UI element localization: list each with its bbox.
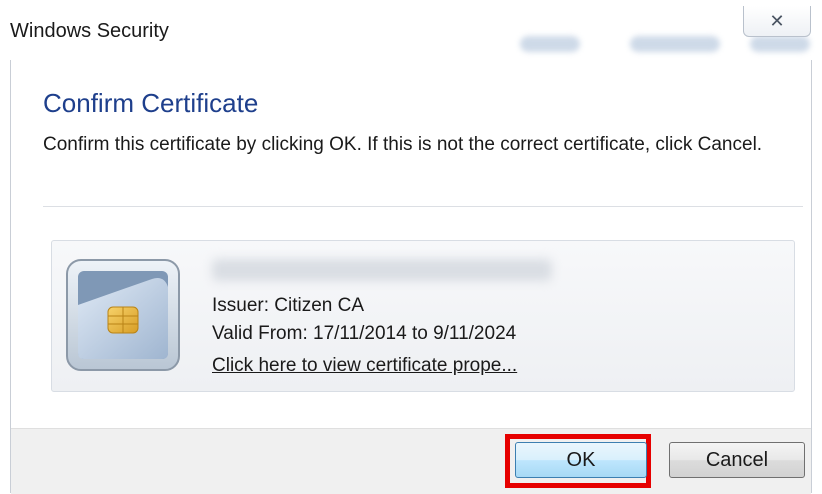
close-icon: ✕: [769, 10, 785, 31]
dialog-heading: Confirm Certificate: [43, 88, 259, 118]
view-certificate-link[interactable]: Click here to view certificate prope...: [212, 355, 517, 377]
smart-card-icon: [64, 257, 182, 373]
certificate-issuer: Issuer: Citizen CA: [212, 295, 365, 316]
dialog-body: Confirm Certificate Confirm this certifi…: [10, 60, 812, 494]
window-title: Windows Security: [10, 20, 169, 42]
close-button[interactable]: ✕: [743, 6, 811, 37]
blurred-certificate-name: [212, 259, 552, 281]
title-bar: Windows Security ✕: [0, 0, 822, 60]
ok-button[interactable]: OK: [515, 442, 647, 478]
divider: [43, 206, 803, 207]
certificate-tile[interactable]: Issuer: Citizen CA Valid From: 17/11/201…: [51, 240, 795, 392]
cancel-button[interactable]: Cancel: [669, 442, 805, 478]
dialog-footer: OK Cancel: [11, 428, 811, 494]
certificate-validity: Valid From: 17/11/2014 to 9/11/2024: [212, 323, 517, 344]
dialog-description: Confirm this certificate by clicking OK.…: [43, 134, 763, 155]
